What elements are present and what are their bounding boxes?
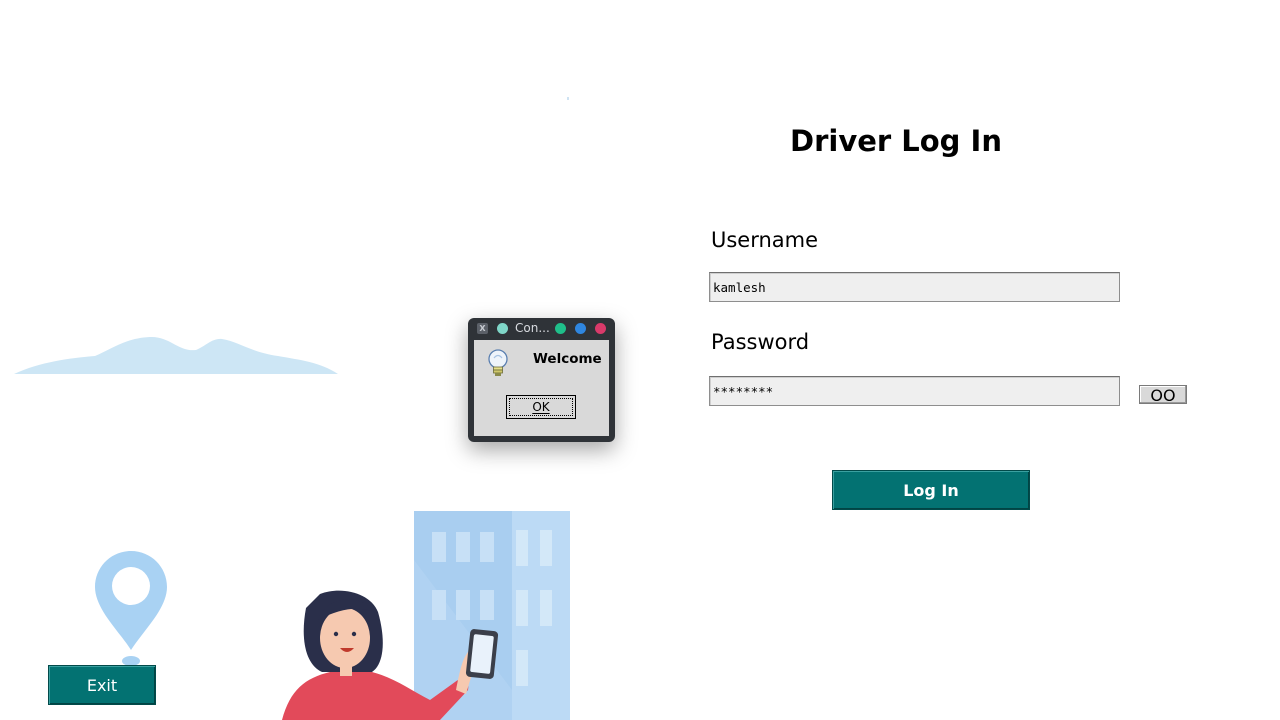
show-password-button[interactable]: OO [1139,385,1187,405]
welcome-dialog: X Con... Welcome OK [468,318,615,442]
illustration-speck [567,97,569,100]
password-input[interactable] [709,376,1120,406]
window-menu-icon[interactable]: X [477,323,488,334]
building-graphic [414,511,570,720]
cloud-shape [14,336,338,374]
username-input[interactable] [709,272,1120,302]
close-dot-icon[interactable] [595,323,606,334]
maximize-dot-icon[interactable] [575,323,586,334]
password-label: Password [711,330,810,354]
dialog-body: Welcome OK [474,340,609,436]
ok-button-label: OK [532,400,550,414]
map-pin-icon [95,551,167,666]
lightbulb-icon [488,349,508,376]
page-title: Driver Log In [790,124,1002,158]
dialog-title: Con... [515,321,550,335]
login-button[interactable]: Log In [832,470,1030,510]
app-window: Driver Log In Username Password OO Log I… [0,0,1280,720]
minimize-dot-icon[interactable] [555,323,566,334]
dialog-titlebar[interactable]: X Con... [468,318,615,340]
username-label: Username [711,228,819,252]
dialog-message: Welcome [533,351,602,367]
exit-button[interactable]: Exit [48,665,156,705]
sticky-dot-icon[interactable] [497,323,508,334]
ok-button[interactable]: OK [506,395,576,419]
